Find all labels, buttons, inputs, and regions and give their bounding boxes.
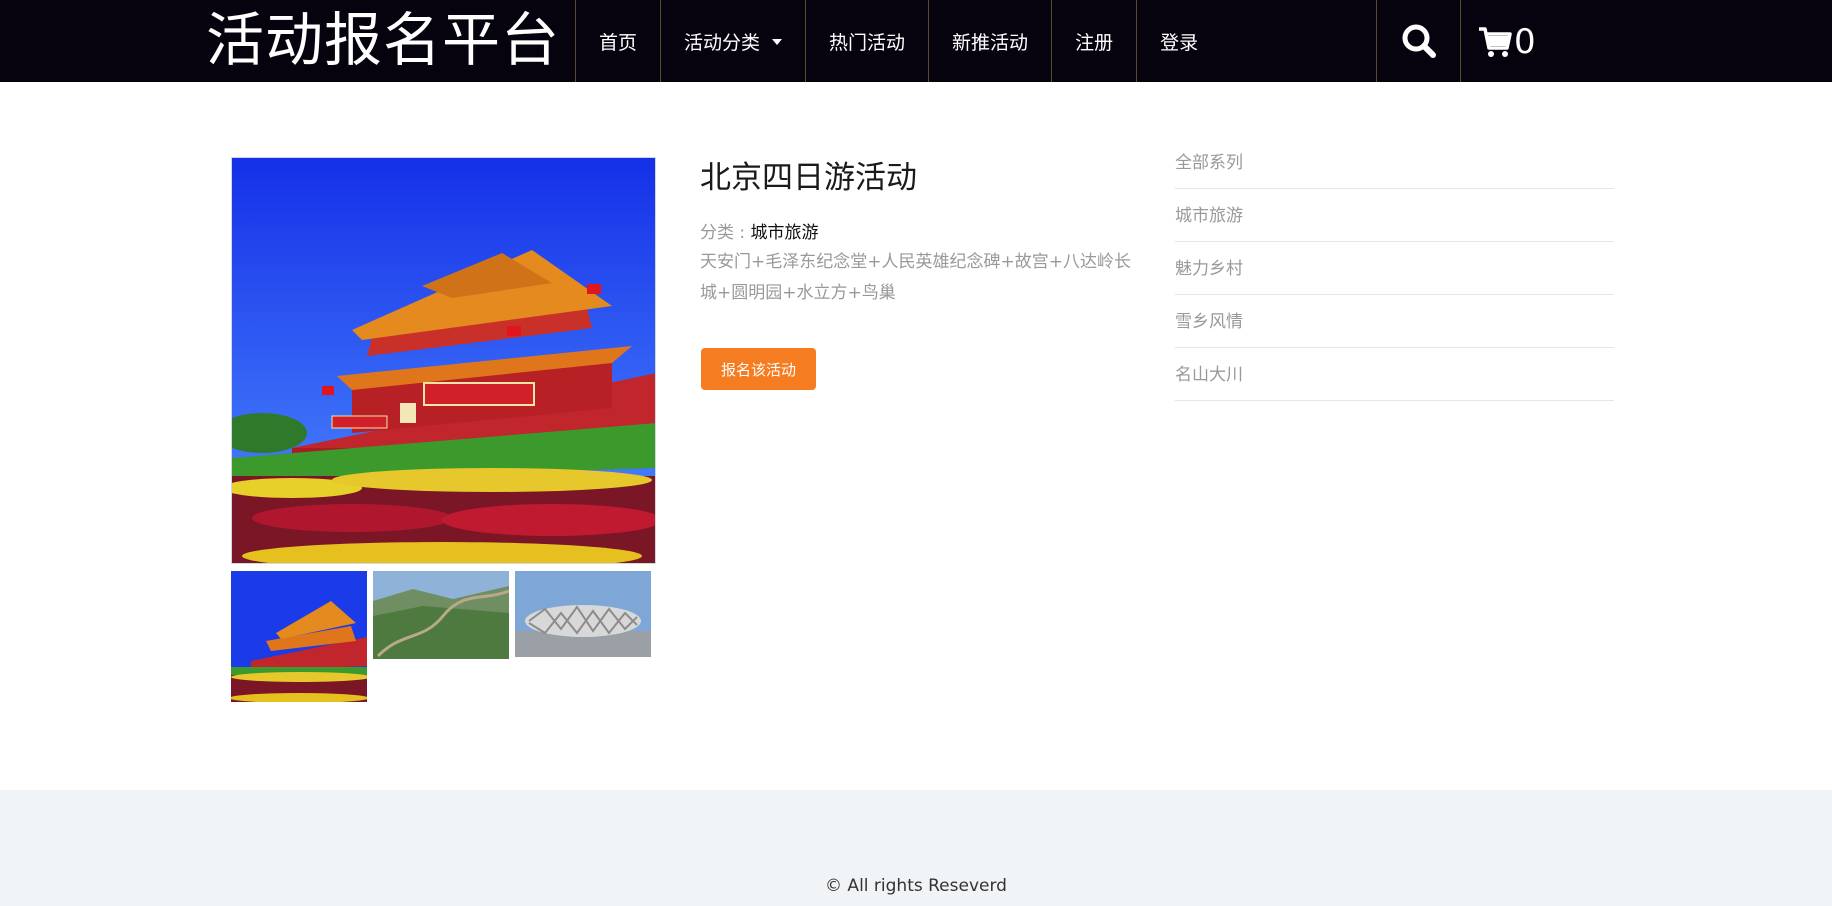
nav-categories-label: 活动分类 (684, 31, 761, 54)
nav-new-activities[interactable]: 新推活动 (928, 0, 1051, 82)
sidebar-item-city-travel[interactable]: 城市旅游 (1175, 189, 1614, 242)
site-brand[interactable]: 活动报名平台 (206, 2, 560, 78)
sidebar-item-country[interactable]: 魅力乡村 (1175, 242, 1614, 295)
nav-hot-label: 热门活动 (829, 31, 906, 54)
thumbnail-strip (231, 571, 651, 706)
category-value[interactable]: 城市旅游 (751, 223, 819, 243)
nav-login[interactable]: 登录 (1136, 0, 1221, 82)
caret-down-icon (772, 39, 783, 45)
nav-home-label: 首页 (599, 31, 638, 54)
main-nav: 首页 活动分类 热门活动 新推活动 注册 登录 (575, 0, 1221, 82)
nav-new-label: 新推活动 (952, 31, 1029, 54)
nav-hot-activities[interactable]: 热门活动 (805, 0, 928, 82)
nav-register-label: 注册 (1075, 31, 1114, 54)
nav-login-label: 登录 (1160, 31, 1199, 54)
sidebar-item-snow-town[interactable]: 雪乡风情 (1175, 295, 1614, 348)
activity-main-image (231, 157, 656, 564)
signup-activity-button[interactable]: 报名该活动 (701, 348, 816, 390)
nav-register[interactable]: 注册 (1051, 0, 1136, 82)
nav-categories-dropdown[interactable]: 活动分类 (660, 0, 805, 82)
cart-button[interactable]: 0 (1478, 14, 1536, 70)
search-button[interactable] (1376, 0, 1461, 82)
cart-count: 0 (1514, 22, 1536, 62)
thumbnail-birds-nest[interactable] (515, 571, 651, 706)
copyright-text: © All rights Reseverd (825, 876, 1007, 896)
nav-home[interactable]: 首页 (575, 0, 660, 82)
top-navbar: 活动报名平台 首页 活动分类 热门活动 新推活动 注册 登录 0 (0, 0, 1832, 82)
sidebar-item-all[interactable]: 全部系列 (1175, 135, 1614, 189)
thumbnail-great-wall[interactable] (373, 571, 509, 706)
category-sidebar: 全部系列 城市旅游 魅力乡村 雪乡风情 名山大川 (1175, 151, 1614, 401)
search-icon (1402, 24, 1436, 58)
category-label: 分类 : (700, 223, 746, 243)
cart-icon (1479, 27, 1512, 57)
activity-category: 分类 : 城市旅游 (700, 218, 819, 243)
activity-title: 北京四日游活动 (700, 160, 917, 196)
activity-description: 天安门+毛泽东纪念堂+人民英雄纪念碑+故宫+八达岭长城+圆明园+水立方+鸟巢 (700, 252, 1131, 303)
sidebar-item-mountains[interactable]: 名山大川 (1175, 348, 1614, 401)
thumbnail-tiananmen[interactable] (231, 571, 367, 706)
